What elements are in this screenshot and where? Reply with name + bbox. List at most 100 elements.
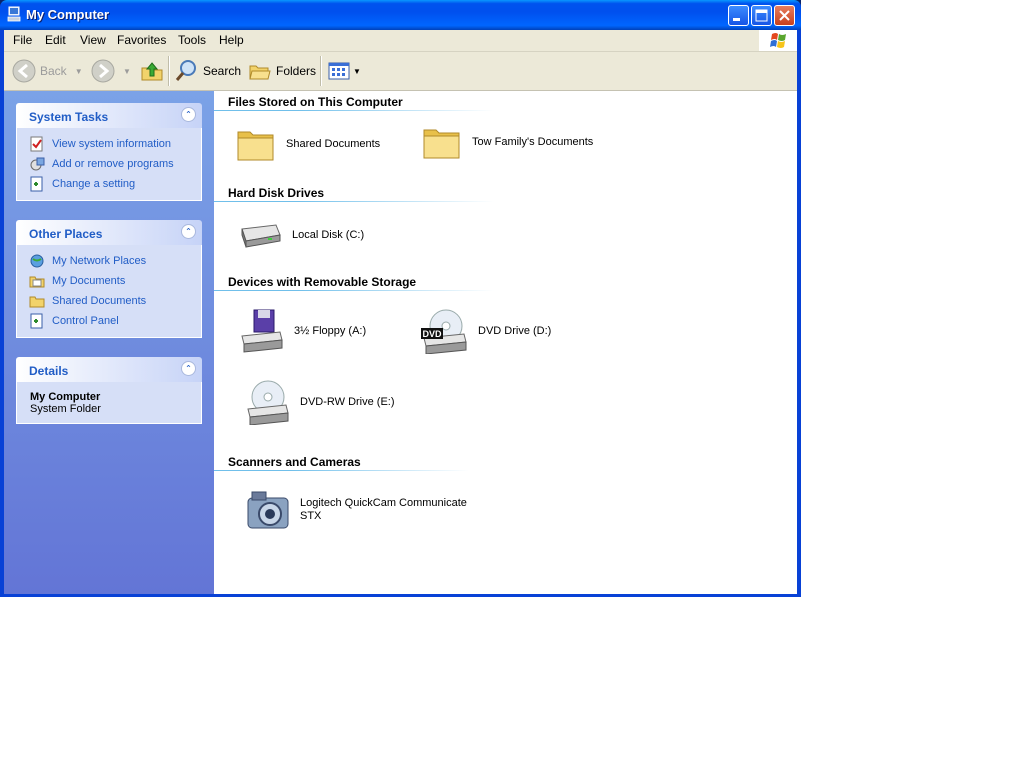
- system-tasks-body: View system information Add or remove pr…: [16, 128, 202, 201]
- item-label-line2: STX: [300, 510, 322, 522]
- dvd-rw-drive-icon: [247, 380, 289, 425]
- menu-tools[interactable]: Tools: [178, 33, 206, 47]
- back-button[interactable]: Back ▼: [12, 59, 83, 83]
- maximize-icon: [755, 9, 768, 22]
- forward-dropdown-icon[interactable]: ▼: [123, 67, 131, 76]
- control-panel-icon: [30, 313, 43, 329]
- window-border-bottom: [0, 594, 801, 597]
- task-label: Add or remove programs: [52, 158, 174, 170]
- task-label: Change a setting: [52, 178, 136, 190]
- menu-view[interactable]: View: [80, 33, 106, 47]
- other-places-title: Other Places: [29, 227, 103, 241]
- forward-button[interactable]: ▼: [91, 59, 131, 83]
- collapse-chevron-icon[interactable]: ⌃: [181, 107, 196, 122]
- close-button[interactable]: [774, 5, 795, 26]
- item-label: Logitech QuickCam Communicate: [300, 497, 467, 509]
- views-button[interactable]: ▼: [327, 59, 361, 83]
- item-logitech-quickcam[interactable]: Logitech QuickCam Communicate STX: [246, 488, 467, 532]
- task-add-remove-programs[interactable]: Add or remove programs: [17, 154, 201, 174]
- toolbar-separator: [168, 56, 170, 86]
- place-my-network-places[interactable]: My Network Places: [17, 251, 201, 271]
- group-divider: [214, 290, 494, 291]
- folders-button[interactable]: Folders: [248, 59, 316, 83]
- views-dropdown-icon[interactable]: ▼: [353, 67, 361, 76]
- my-computer-window: My Computer File Edit View Favorites Too…: [0, 0, 801, 597]
- folders-icon: [249, 65, 271, 80]
- group-divider: [214, 110, 494, 111]
- menu-edit[interactable]: Edit: [45, 33, 66, 47]
- control-panel-icon: [30, 176, 43, 192]
- place-label: My Network Places: [52, 255, 147, 267]
- place-label: My Documents: [52, 275, 126, 287]
- place-my-documents[interactable]: My Documents: [17, 271, 201, 291]
- window-border-left: [0, 30, 4, 597]
- window-title: My Computer: [26, 7, 110, 22]
- title-bar[interactable]: My Computer: [0, 0, 801, 30]
- group-header-files: Files Stored on This Computer: [228, 95, 403, 109]
- floppy-drive-icon: [241, 309, 283, 353]
- content-area: System Tasks ⌃ View system information A…: [4, 91, 797, 594]
- item-floppy-a[interactable]: 3½ Floppy (A:): [240, 308, 366, 354]
- task-pane: System Tasks ⌃ View system information A…: [4, 91, 214, 594]
- dvd-drive-icon: DVD: [421, 309, 467, 354]
- item-local-disk-c[interactable]: Local Disk (C:): [238, 219, 364, 251]
- window-border-right: [797, 30, 801, 597]
- back-label: Back: [40, 64, 67, 78]
- up-folder-button[interactable]: [140, 59, 164, 83]
- menu-file[interactable]: File: [13, 33, 32, 47]
- group-divider: [214, 470, 469, 471]
- folder-icon: [29, 296, 45, 308]
- group-header-hard-disks: Hard Disk Drives: [228, 186, 325, 200]
- minimize-icon: [733, 18, 740, 21]
- webcam-icon: [247, 491, 289, 529]
- menu-bar: File Edit View Favorites Tools Help: [4, 30, 797, 52]
- item-shared-documents[interactable]: Shared Documents: [236, 124, 380, 164]
- system-tasks-header[interactable]: System Tasks ⌃: [16, 103, 202, 128]
- task-view-system-information[interactable]: View system information: [17, 134, 201, 154]
- item-label: DVD Drive (D:): [478, 325, 552, 337]
- minimize-button[interactable]: [728, 5, 749, 26]
- computer-icon: [7, 6, 21, 22]
- place-shared-documents[interactable]: Shared Documents: [17, 291, 201, 311]
- system-tasks-panel: System Tasks ⌃ View system information A…: [16, 103, 202, 201]
- collapse-chevron-icon[interactable]: ⌃: [181, 361, 196, 376]
- back-dropdown-icon[interactable]: ▼: [75, 67, 83, 76]
- item-dvd-rw-drive-e[interactable]: DVD-RW Drive (E:): [246, 379, 395, 425]
- network-globe-icon: [30, 254, 44, 268]
- menu-help[interactable]: Help: [219, 33, 244, 47]
- folder-icon: [237, 131, 274, 161]
- details-panel: Details ⌃ My Computer System Folder: [16, 357, 202, 424]
- collapse-chevron-icon[interactable]: ⌃: [181, 224, 196, 239]
- item-label-block: Logitech QuickCam Communicate STX: [300, 497, 467, 523]
- place-label: Shared Documents: [52, 295, 147, 307]
- details-header[interactable]: Details ⌃: [16, 357, 202, 382]
- details-type: System Folder: [30, 403, 101, 415]
- add-remove-programs-icon: [30, 157, 45, 171]
- other-places-header[interactable]: Other Places ⌃: [16, 220, 202, 245]
- maximize-button[interactable]: [751, 5, 772, 26]
- item-label: DVD-RW Drive (E:): [300, 396, 395, 408]
- folders-label: Folders: [276, 64, 317, 78]
- item-tow-family-documents[interactable]: Tow Family's Documents: [422, 122, 593, 162]
- system-info-icon: [30, 136, 43, 152]
- search-label: Search: [203, 64, 242, 78]
- other-places-body: My Network Places My Documents Shared Do…: [16, 245, 202, 338]
- folder-icon: [423, 129, 460, 159]
- hard-disk-icon: [241, 224, 281, 248]
- details-name: My Computer: [30, 391, 101, 403]
- item-dvd-drive-d[interactable]: DVD DVD Drive (D:): [420, 308, 551, 354]
- search-icon: [175, 60, 196, 81]
- other-places-panel: Other Places ⌃ My Network Places My Docu…: [16, 220, 202, 338]
- place-control-panel[interactable]: Control Panel: [17, 311, 201, 331]
- details-title: Details: [29, 364, 69, 378]
- task-change-setting[interactable]: Change a setting: [17, 174, 201, 194]
- menu-favorites[interactable]: Favorites: [117, 33, 166, 47]
- up-folder-icon: [141, 62, 163, 81]
- windows-logo: [759, 30, 797, 51]
- search-button[interactable]: Search: [175, 59, 241, 83]
- item-label: Local Disk (C:): [292, 229, 365, 241]
- toolbar-separator: [320, 56, 322, 86]
- item-label: Tow Family's Documents: [472, 136, 594, 148]
- system-tasks-title: System Tasks: [29, 110, 109, 124]
- close-icon: [779, 10, 790, 21]
